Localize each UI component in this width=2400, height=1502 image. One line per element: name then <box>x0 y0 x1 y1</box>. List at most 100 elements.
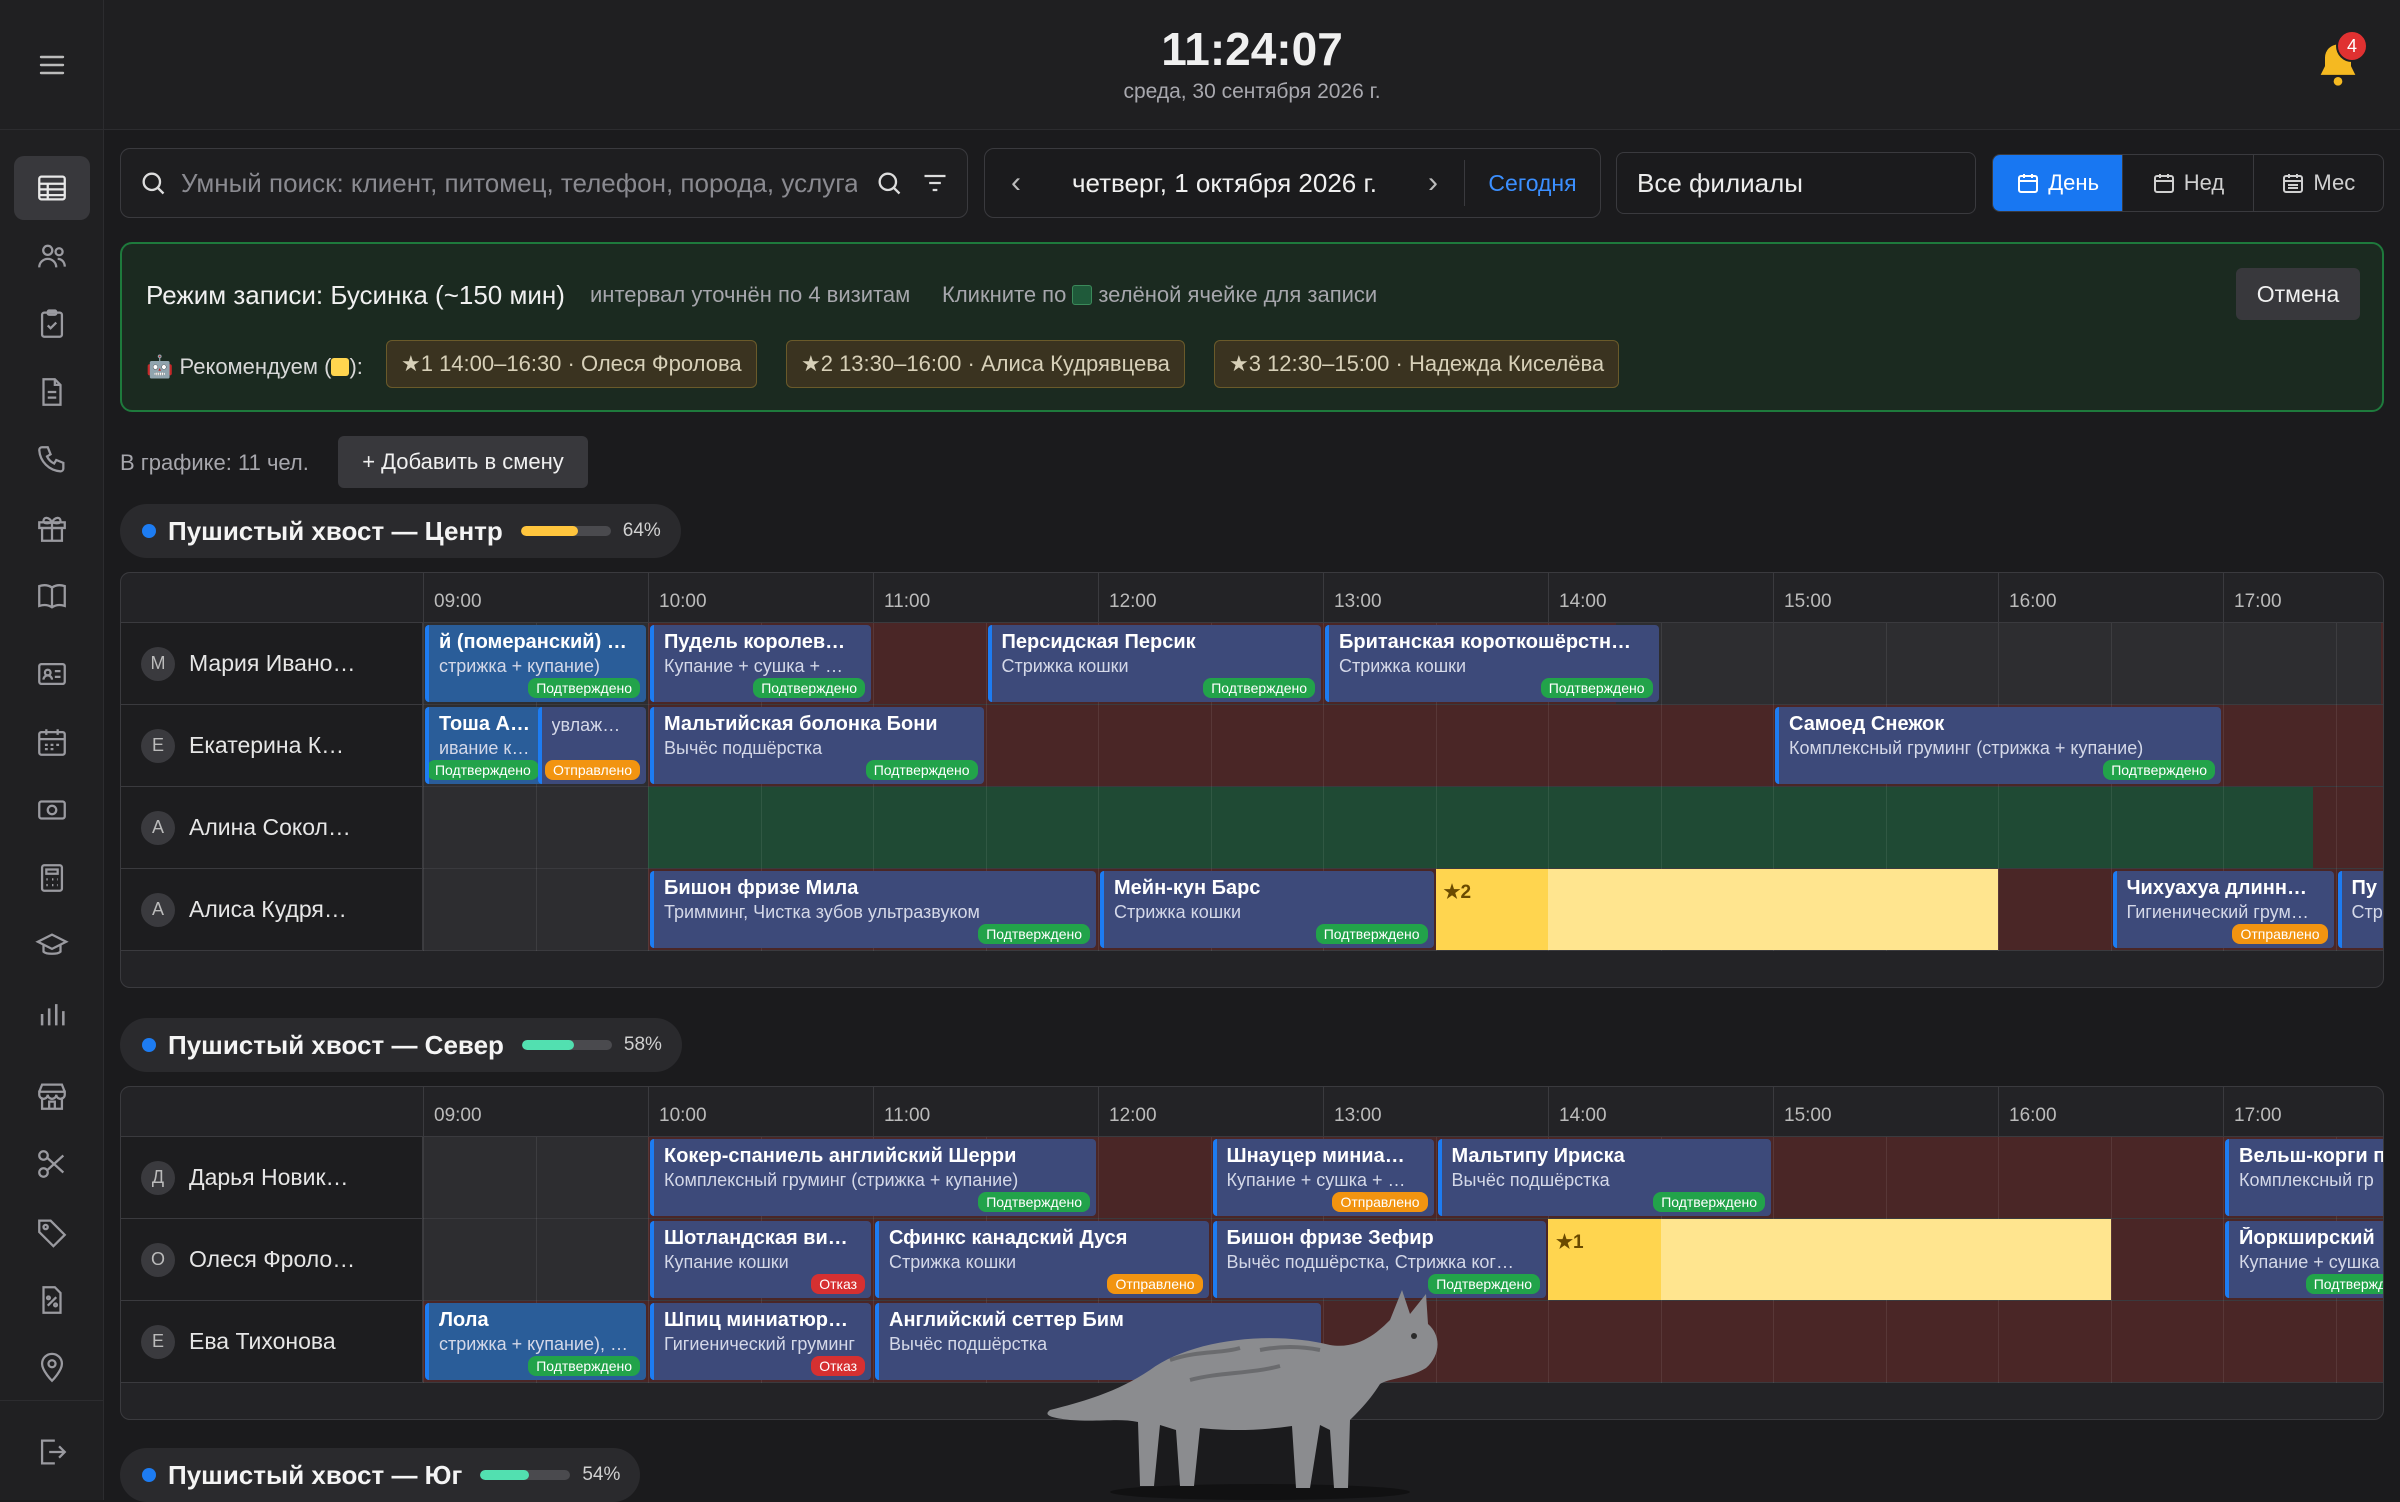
branch-load-percent: 58% <box>623 1034 662 1055</box>
appointment-title: Пудель королев… <box>664 631 846 653</box>
staff-cell[interactable]: Е Екатерина К… <box>121 705 423 787</box>
available-cell[interactable] <box>648 787 2313 868</box>
appointment-card[interactable]: Персидская Персик Стрижка кошки Подтвержде… <box>987 625 1321 702</box>
time-header: 09:00 10:00 11:00 12:00 13:00 14:00 15:00 16:00… <box>121 573 2383 623</box>
appointment-card[interactable]: Мейн-кун Барс Стрижка кошки Подтверждено <box>1100 871 1434 948</box>
logout-button[interactable] <box>14 1420 90 1484</box>
appointment-card[interactable]: й (померанский) Л… стрижка + купание) Подт… <box>425 625 646 702</box>
appointment-card[interactable]: Пу Стр <box>2337 871 2383 948</box>
sidebar-item-calculator[interactable] <box>14 846 90 910</box>
staff-cell[interactable]: М Мария Ивано… <box>121 623 423 705</box>
selected-date[interactable]: четверг, 1 октября 2026 г. <box>1047 168 1402 199</box>
recommendation-chip[interactable]: ★1 14:00–16:30 · Олеся Фролова <box>386 340 757 388</box>
appointment-card[interactable]: Бишон фризе Мила Тримминг, Чистка зубов у… <box>650 871 1096 948</box>
appointment-card[interactable]: Тоша Арчи ивание колтуновПодтверждено <box>425 707 545 784</box>
grid-line <box>423 623 424 951</box>
sidebar-item-gifts[interactable] <box>14 496 90 560</box>
appointment-title: Йоркширский <box>2239 1227 2375 1249</box>
status-badge: Отказ <box>811 1356 865 1376</box>
time-label: 11:00 <box>873 573 1098 623</box>
appointment-card[interactable]: Шнауцер миниа… Купание + сушка + … Отправл… <box>1212 1139 1434 1216</box>
sidebar-item-locations[interactable] <box>14 1336 90 1400</box>
add-to-shift-button[interactable]: + Добавить в смену <box>338 436 588 488</box>
staff-cell[interactable]: Е Ева Тихонова <box>121 1301 423 1383</box>
appointment-service: Купание + сушка + … <box>664 656 843 676</box>
view-month-button[interactable]: Мес <box>2254 155 2383 211</box>
appointment-title: Тоша Арчи <box>439 713 535 735</box>
appointment-service: увлаж… <box>551 715 621 735</box>
appointment-card[interactable]: Лола стрижка + купание), SPA-уход (мас…По… <box>425 1303 646 1380</box>
recommendation-chip[interactable]: ★2 13:30–16:00 · Алиса Кудрявцева <box>786 340 1185 388</box>
filter-icon[interactable] <box>921 169 949 197</box>
cancel-button[interactable]: Отмена <box>2236 268 2360 320</box>
sidebar-item-services[interactable] <box>14 1132 90 1196</box>
avatar: Е <box>141 728 175 763</box>
recommend-label: 🤖 Рекомендуем (): <box>146 354 363 380</box>
view-week-button[interactable]: Нед <box>2123 155 2254 211</box>
appointment-card[interactable]: Чихуахуа длинн… Гигиенический грум… Отправ… <box>2112 871 2334 948</box>
staff-cell[interactable]: О Олеся Фроло… <box>121 1219 423 1301</box>
sidebar-item-knowledge[interactable] <box>14 564 90 628</box>
staff-cell[interactable]: А Алиса Кудря… <box>121 869 423 951</box>
sidebar-item-branches[interactable] <box>14 1064 90 1128</box>
recommended-slot-label[interactable]: ★1 <box>1548 1219 1661 1300</box>
view-day-button[interactable]: День <box>1993 155 2124 211</box>
appointment-card[interactable]: Пудель королев… Купание + сушка + … Подтве… <box>650 625 871 702</box>
appointment-card[interactable]: Шпиц миниатюр… Гигиенический груминг Отказ <box>650 1303 871 1380</box>
branch-name: Пушистый хвост — Центр <box>168 515 503 546</box>
appointment-card[interactable]: Британская короткошёрстн… Стрижка кошки По… <box>1325 625 1659 702</box>
sidebar-item-training[interactable] <box>14 914 90 978</box>
recommended-slot-label[interactable]: ★2 <box>1435 869 1548 950</box>
view-switcher: День Нед Мес <box>1992 154 2384 212</box>
appointment-card[interactable]: увлаж… Отправлено <box>537 707 646 784</box>
today-button[interactable]: Сегодня <box>1464 160 1600 206</box>
time-label: 14:00 <box>1548 573 1773 623</box>
appointment-card[interactable]: Самоед Снежок Комплексный груминг (стрижк… <box>1775 707 2221 784</box>
status-badge: Подтверждено <box>1315 924 1428 944</box>
chevron-left-icon: ‹ <box>1011 166 1021 199</box>
sidebar-item-staff[interactable] <box>14 642 90 706</box>
staff-cell[interactable]: Д Дарья Новик… <box>121 1137 423 1219</box>
search-input[interactable] <box>181 167 857 199</box>
sidebar-item-schedule[interactable] <box>14 156 90 220</box>
hint-after: зелёной ячейке для записи <box>1098 282 1378 307</box>
menu-button[interactable] <box>0 0 104 130</box>
appointment-card[interactable]: Шотландская ви… Купание кошки Отказ <box>650 1221 871 1298</box>
branch-load-fill <box>480 1470 529 1480</box>
sidebar-item-cash[interactable] <box>14 778 90 842</box>
sidebar-item-clients[interactable] <box>14 224 90 288</box>
document-icon <box>42 378 62 406</box>
notification-count: 4 <box>2336 30 2368 62</box>
sidebar-item-calendar[interactable] <box>14 710 90 774</box>
appointment-card[interactable]: Вельш-корги п Комплексный гр <box>2225 1139 2383 1216</box>
sidebar-item-prices[interactable] <box>14 1200 90 1264</box>
search-icon[interactable] <box>875 169 903 197</box>
recommendation-chip[interactable]: ★3 12:30–15:00 · Надежда Киселёва <box>1214 340 1620 388</box>
sidebar-item-discounts[interactable] <box>14 1268 90 1332</box>
appointment-title: й (померанский) Л… <box>439 631 636 653</box>
branch-dot <box>142 524 156 538</box>
appointment-card[interactable]: Мальтипу Ириска Вычёс подшёрстка Подтвержд… <box>1437 1139 1771 1216</box>
appointment-service: Купание + сушка <box>2239 1252 2380 1272</box>
graduation-icon <box>35 933 69 955</box>
sidebar-item-documents[interactable] <box>14 360 90 424</box>
branch-select[interactable]: Все филиалы <box>1616 152 1976 214</box>
notifications-button[interactable]: 4 <box>2312 30 2368 90</box>
sidebar-item-reports[interactable] <box>14 982 90 1046</box>
branch-header-south[interactable]: Пушистый хвост — Юг 54% <box>120 1448 641 1502</box>
appointment-service: Стрижка кошки <box>1114 902 1242 922</box>
staff-name: Олеся Фроло… <box>189 1246 356 1272</box>
appointment-card[interactable]: Кокер-спаниель английский Шерри Комплексн… <box>650 1139 1096 1216</box>
staff-cell[interactable]: А Алина Сокол… <box>121 787 423 869</box>
sidebar-item-tasks[interactable] <box>14 292 90 356</box>
branch-header-north[interactable]: Пушистый хвост — Север 58% <box>120 1018 682 1072</box>
time-label: 13:00 <box>1323 573 1548 623</box>
sidebar-item-calls[interactable] <box>14 428 90 492</box>
logout-icon <box>40 1439 67 1465</box>
appointment-card[interactable]: Мальтийская болонка Бони Вычёс подшёрстка… <box>650 707 984 784</box>
prev-day-button[interactable]: ‹ <box>985 149 1047 217</box>
search-icon <box>142 172 165 195</box>
branch-header-center[interactable]: Пушистый хвост — Центр 64% <box>120 504 681 558</box>
next-day-button[interactable]: › <box>1402 149 1464 217</box>
appointment-card[interactable]: Йоркширский Купание + сушкаПодтверждено <box>2225 1221 2383 1298</box>
